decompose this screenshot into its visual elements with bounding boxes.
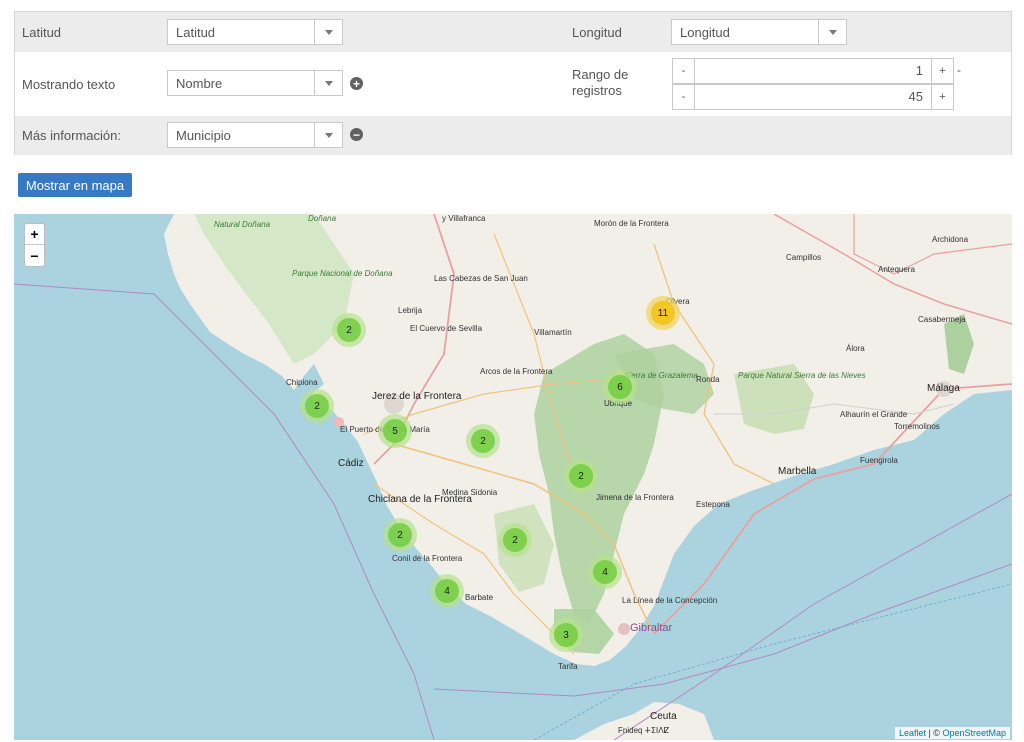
latitude-select[interactable]: Latitud bbox=[167, 19, 343, 45]
place-label: Cádiz bbox=[338, 458, 364, 469]
marker-cluster[interactable]: 2 bbox=[466, 424, 500, 458]
place-label: y Villafranca bbox=[442, 214, 486, 223]
place-label: Marbella bbox=[778, 466, 817, 477]
range-max-decrement-button[interactable]: - bbox=[673, 85, 695, 109]
show-on-map-button[interactable]: Mostrar en mapa bbox=[18, 173, 132, 197]
range-min-increment-button[interactable]: + bbox=[931, 59, 953, 83]
place-label: Chiclana de la Frontera bbox=[368, 494, 472, 505]
chevron-down-icon[interactable] bbox=[314, 71, 342, 95]
place-label: Chipiona bbox=[286, 378, 318, 387]
place-label: El Cuervo de Sevilla bbox=[410, 324, 483, 333]
more-info-label: Más información: bbox=[22, 128, 121, 143]
marker-cluster[interactable]: 2 bbox=[498, 523, 532, 557]
range-min-stepper[interactable]: - 1 + bbox=[672, 58, 954, 84]
display-text-select-value: Nombre bbox=[176, 75, 223, 91]
longitude-select-value: Longitud bbox=[680, 24, 730, 40]
chevron-down-icon[interactable] bbox=[314, 20, 342, 44]
place-label: Jerez de la Frontera bbox=[372, 391, 462, 402]
place-label: Archidona bbox=[932, 235, 969, 244]
marker-cluster[interactable]: 6 bbox=[603, 370, 637, 404]
display-text-label: Mostrando texto bbox=[22, 77, 116, 92]
place-label: Lebrija bbox=[398, 306, 423, 315]
more-info-select[interactable]: Municipio bbox=[167, 122, 343, 148]
more-info-row: Más información: Municipio − bbox=[15, 116, 1011, 155]
place-label: Las Cabezas de San Juan bbox=[434, 274, 528, 283]
range-max-increment-button[interactable]: + bbox=[931, 85, 953, 109]
place-label: Antequera bbox=[878, 265, 915, 274]
display-text-select[interactable]: Nombre bbox=[167, 70, 343, 96]
place-label: Doñana bbox=[308, 214, 337, 223]
place-label: Fnideq ⵜⵉⵏⴷⵇ bbox=[618, 726, 670, 735]
zoom-in-button[interactable]: + bbox=[25, 224, 44, 245]
marker-cluster[interactable]: 2 bbox=[564, 459, 598, 493]
openstreetmap-link[interactable]: OpenStreetMap bbox=[942, 728, 1006, 738]
place-label: Gibraltar bbox=[630, 622, 673, 634]
marker-cluster[interactable]: 2 bbox=[383, 518, 417, 552]
marker-cluster[interactable]: 3 bbox=[549, 618, 583, 652]
place-label: Parque Nacional de Doñana bbox=[292, 269, 393, 278]
place-label: Tarifa bbox=[558, 662, 578, 671]
place-label: Casabermeja bbox=[918, 315, 966, 324]
text-range-row: Mostrando texto Nombre + Rango de regist… bbox=[15, 52, 1011, 116]
chevron-down-icon[interactable] bbox=[314, 123, 342, 147]
remove-field-icon[interactable]: − bbox=[350, 128, 363, 141]
range-label: Rango de registros bbox=[572, 67, 629, 98]
place-label: Torremolinos bbox=[894, 422, 940, 431]
place-label: Estepona bbox=[696, 500, 730, 509]
place-label: Alhaurín el Grande bbox=[840, 410, 908, 419]
place-label: Conil de la Frontera bbox=[392, 554, 463, 563]
place-label: Parque Natural Sierra de las Nieves bbox=[738, 371, 866, 380]
zoom-control: + − bbox=[24, 223, 45, 267]
marker-cluster[interactable]: 4 bbox=[430, 574, 464, 608]
latitude-label: Latitud bbox=[22, 25, 62, 40]
longitude-label: Longitud bbox=[572, 25, 622, 40]
marker-cluster[interactable]: 2 bbox=[300, 389, 334, 423]
place-label: Málaga bbox=[927, 383, 960, 394]
marker-cluster[interactable]: 11 bbox=[646, 296, 680, 330]
place-label: Campillos bbox=[786, 253, 822, 262]
range-max-stepper[interactable]: - 45 + bbox=[672, 84, 954, 110]
place-label: Villamartín bbox=[534, 328, 572, 337]
add-field-icon[interactable]: + bbox=[350, 77, 363, 90]
longitude-select[interactable]: Longitud bbox=[671, 19, 847, 45]
range-min-value[interactable]: 1 bbox=[695, 59, 931, 83]
place-label: Ceuta bbox=[650, 711, 677, 722]
place-label: La Línea de la Concepción bbox=[622, 596, 718, 605]
zoom-out-button[interactable]: − bbox=[25, 245, 44, 266]
map-base-tiles bbox=[14, 214, 1012, 740]
place-label: Barbate bbox=[465, 593, 494, 602]
leaflet-link[interactable]: Leaflet bbox=[899, 728, 926, 738]
marker-cluster[interactable]: 2 bbox=[332, 313, 366, 347]
range-max-value[interactable]: 45 bbox=[695, 85, 931, 109]
chevron-down-icon[interactable] bbox=[818, 20, 846, 44]
latitude-select-value: Latitud bbox=[176, 24, 216, 40]
place-label: Morón de la Frontera bbox=[594, 219, 669, 228]
query-form-panel: Latitud Latitud Longitud Longitud Mostra… bbox=[14, 11, 1012, 155]
range-separator: - bbox=[957, 63, 961, 77]
place-label: Fuengirola bbox=[860, 456, 898, 465]
marker-cluster[interactable]: 5 bbox=[378, 414, 412, 448]
marker-cluster[interactable]: 4 bbox=[588, 555, 622, 589]
more-info-select-value: Municipio bbox=[176, 127, 231, 143]
place-label: Arcos de la Frontera bbox=[480, 367, 553, 376]
attribution-separator: | © bbox=[925, 728, 943, 738]
range-min-decrement-button[interactable]: - bbox=[673, 59, 695, 83]
map-view[interactable]: + − Doñana Natural Doñana y Villafranca … bbox=[14, 214, 1012, 740]
coordinates-row: Latitud Latitud Longitud Longitud bbox=[15, 12, 1011, 52]
place-label: Natural Doñana bbox=[214, 220, 271, 229]
place-label: Álora bbox=[846, 344, 865, 353]
place-label: Jimena de la Frontera bbox=[596, 493, 674, 502]
map-attribution: Leaflet | © OpenStreetMap bbox=[894, 727, 1010, 739]
place-label: Ronda bbox=[696, 375, 720, 384]
